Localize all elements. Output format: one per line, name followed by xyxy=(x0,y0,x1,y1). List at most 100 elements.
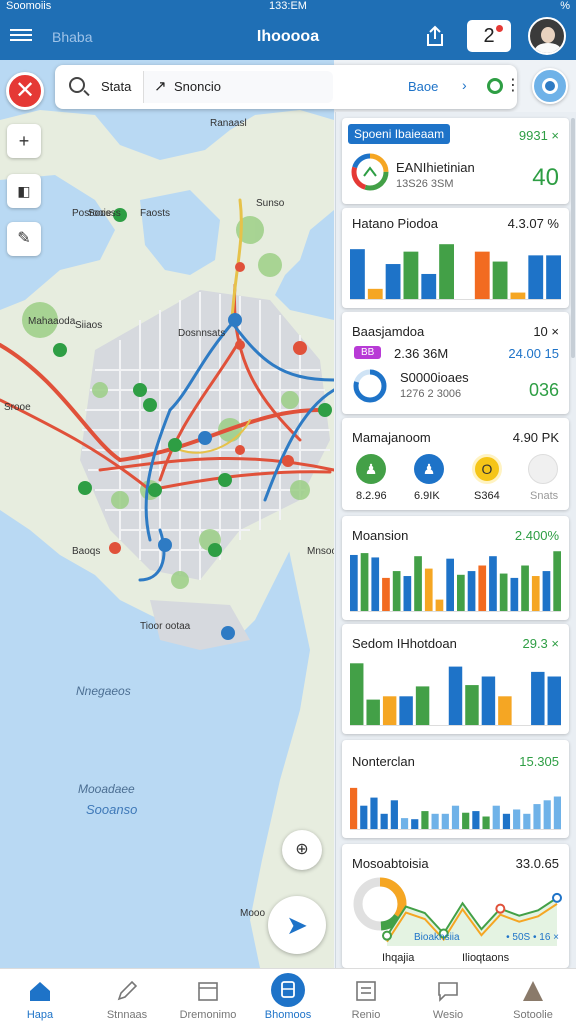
card-title: Baasjamdoa xyxy=(352,324,425,339)
chart-bar xyxy=(439,244,454,300)
chart-bar xyxy=(350,663,364,726)
chart-bar xyxy=(403,576,412,612)
search-value: Snoncio xyxy=(174,79,221,94)
metrics-card[interactable]: Mamajanoom 4.90 PK ♟ ♟ O 8.2.96 6.9IK S3… xyxy=(342,418,569,510)
card-amount: 2.36 36M xyxy=(394,346,449,361)
map-label: Tioor ootaa xyxy=(140,621,191,632)
panel-scrollbar[interactable] xyxy=(571,118,575,358)
chart-bar xyxy=(411,819,419,830)
chart-bar xyxy=(350,249,365,300)
chart-bar xyxy=(521,565,529,612)
bar-chart-card[interactable]: Sedom IHhotdoan 29.3 × xyxy=(342,624,569,734)
chart-bar xyxy=(457,574,465,612)
chart-bar xyxy=(360,553,369,612)
home-icon xyxy=(30,982,50,1001)
map-label: Siiaos xyxy=(75,320,103,331)
card-value: 2.400% xyxy=(514,528,559,543)
chart-bar xyxy=(415,686,430,726)
notification-button[interactable]: 2 xyxy=(467,20,511,52)
chart-bar xyxy=(489,556,497,612)
nav-item-wesio[interactable]: Wesio xyxy=(400,969,496,1024)
map-label: Ranaasl xyxy=(210,118,247,129)
location-icon xyxy=(542,78,558,94)
chart-bar xyxy=(446,558,454,612)
status-dot-icon[interactable] xyxy=(487,78,503,94)
map-label: Mahaaoda xyxy=(28,316,76,327)
nav-item-home[interactable]: Hapa xyxy=(0,969,88,1024)
card-value: 10 × xyxy=(533,324,559,339)
chart-bar xyxy=(499,573,508,612)
sea-label: Nnegaeos xyxy=(76,684,131,698)
chart-bar xyxy=(502,813,511,830)
search-icon[interactable] xyxy=(69,77,85,93)
chart-bar xyxy=(390,800,398,830)
card-title: Moansion xyxy=(352,528,409,543)
app-bar: Bhaba Ihooooa 2 xyxy=(0,14,576,60)
draw-tool-icon[interactable]: ✎ xyxy=(7,222,41,256)
card-badge: Spoeni Ibaieaam xyxy=(348,124,451,144)
card-value: 33.0.65 xyxy=(515,856,559,871)
share-icon[interactable] xyxy=(424,24,446,48)
add-tool-icon[interactable]: + xyxy=(7,124,41,158)
line-chart-card[interactable]: Mosoabtoisia 33.0.65 Bioaknsiia • 50S • … xyxy=(342,844,569,968)
map-view[interactable]: Ranaasl Soosss Sunso Posrooie Faosts Mah… xyxy=(0,60,334,968)
chevron-right-icon[interactable]: › xyxy=(462,77,467,93)
status-bar: Soomoiis 133:EM % xyxy=(0,0,576,14)
card-amount-right: 24.00 15 xyxy=(508,346,559,361)
card-title: Sedom IHhotdoan xyxy=(352,636,457,651)
metric-label: S364 xyxy=(474,490,500,502)
more-icon[interactable]: ⋮ xyxy=(505,75,521,95)
close-button[interactable]: ✕ xyxy=(6,72,44,110)
avatar[interactable] xyxy=(528,17,566,55)
metric-icon: ♟ xyxy=(356,454,386,484)
balance-card[interactable]: Baasjamdoa 10 × BB 2.36 36M 24.00 15 S00… xyxy=(342,312,569,414)
chart-bar xyxy=(399,696,413,726)
chart-bar xyxy=(546,255,561,300)
search-action-link[interactable]: Baoe xyxy=(408,79,438,94)
chart-bar xyxy=(435,599,444,612)
bar-chart-card[interactable]: Moansion 2.400% xyxy=(342,516,569,620)
chart-bar xyxy=(424,568,433,612)
compass-icon[interactable]: ⊕ xyxy=(282,830,322,870)
chart-point xyxy=(495,903,506,914)
chart-bar xyxy=(350,554,358,612)
stats-panel[interactable]: Spoeni Ibaieaam 9931 × EANIhietinian 13S… xyxy=(335,112,576,968)
chart-bar xyxy=(431,813,439,830)
metric-label: Snats xyxy=(530,490,559,502)
card-big-value: 40 xyxy=(532,164,559,191)
search-label: Stata xyxy=(101,79,132,94)
bar-chart-card[interactable]: Nonterclan 15.305 xyxy=(342,740,569,838)
chart-bar xyxy=(482,816,490,830)
status-time: 133:EM xyxy=(269,0,307,12)
nav-item-sotoolie[interactable]: Sotoolie xyxy=(485,969,576,1024)
location-button[interactable] xyxy=(532,68,568,104)
sea-label: Mooadaee xyxy=(78,782,135,796)
metric-label: 6.9IK xyxy=(414,490,440,502)
layers-tool-icon[interactable]: ◧ xyxy=(7,174,41,208)
chart-bar xyxy=(543,800,551,830)
metric-icon xyxy=(528,454,558,484)
card-subtitle: 13S26 3SM xyxy=(396,178,454,190)
card-title: Mosoabtoisia xyxy=(352,856,429,871)
footer-label: Ilioqtaons xyxy=(462,952,510,964)
battery-label: % xyxy=(560,0,570,12)
line-label: Bioaknsiia xyxy=(414,932,460,943)
map-label: Posrooie xyxy=(72,208,112,219)
progress-ring-icon xyxy=(353,369,387,403)
bar-chart-card[interactable]: Hatano Piodoa 4.3.07 % xyxy=(342,208,569,308)
chart-bar xyxy=(533,804,541,830)
chart-bar xyxy=(441,813,449,830)
nav-label: Sotoolie xyxy=(513,1009,553,1021)
chart-bar xyxy=(492,805,500,830)
navigate-icon[interactable]: ➤ xyxy=(268,896,326,954)
search-input[interactable]: ↗ Snoncio xyxy=(143,71,333,103)
summary-card[interactable]: Spoeni Ibaieaam 9931 × EANIhietinian 13S… xyxy=(342,118,569,204)
nav-label: Hapa xyxy=(26,1009,54,1021)
card-big-value: 036 xyxy=(528,380,559,400)
chart-bar xyxy=(392,571,401,612)
calendar-icon xyxy=(198,982,218,1001)
progress-ring-icon xyxy=(351,153,389,191)
chart-bar xyxy=(451,805,460,830)
card-title: Hatano Piodoa xyxy=(352,216,439,231)
card-value: 9931 × xyxy=(518,128,559,143)
